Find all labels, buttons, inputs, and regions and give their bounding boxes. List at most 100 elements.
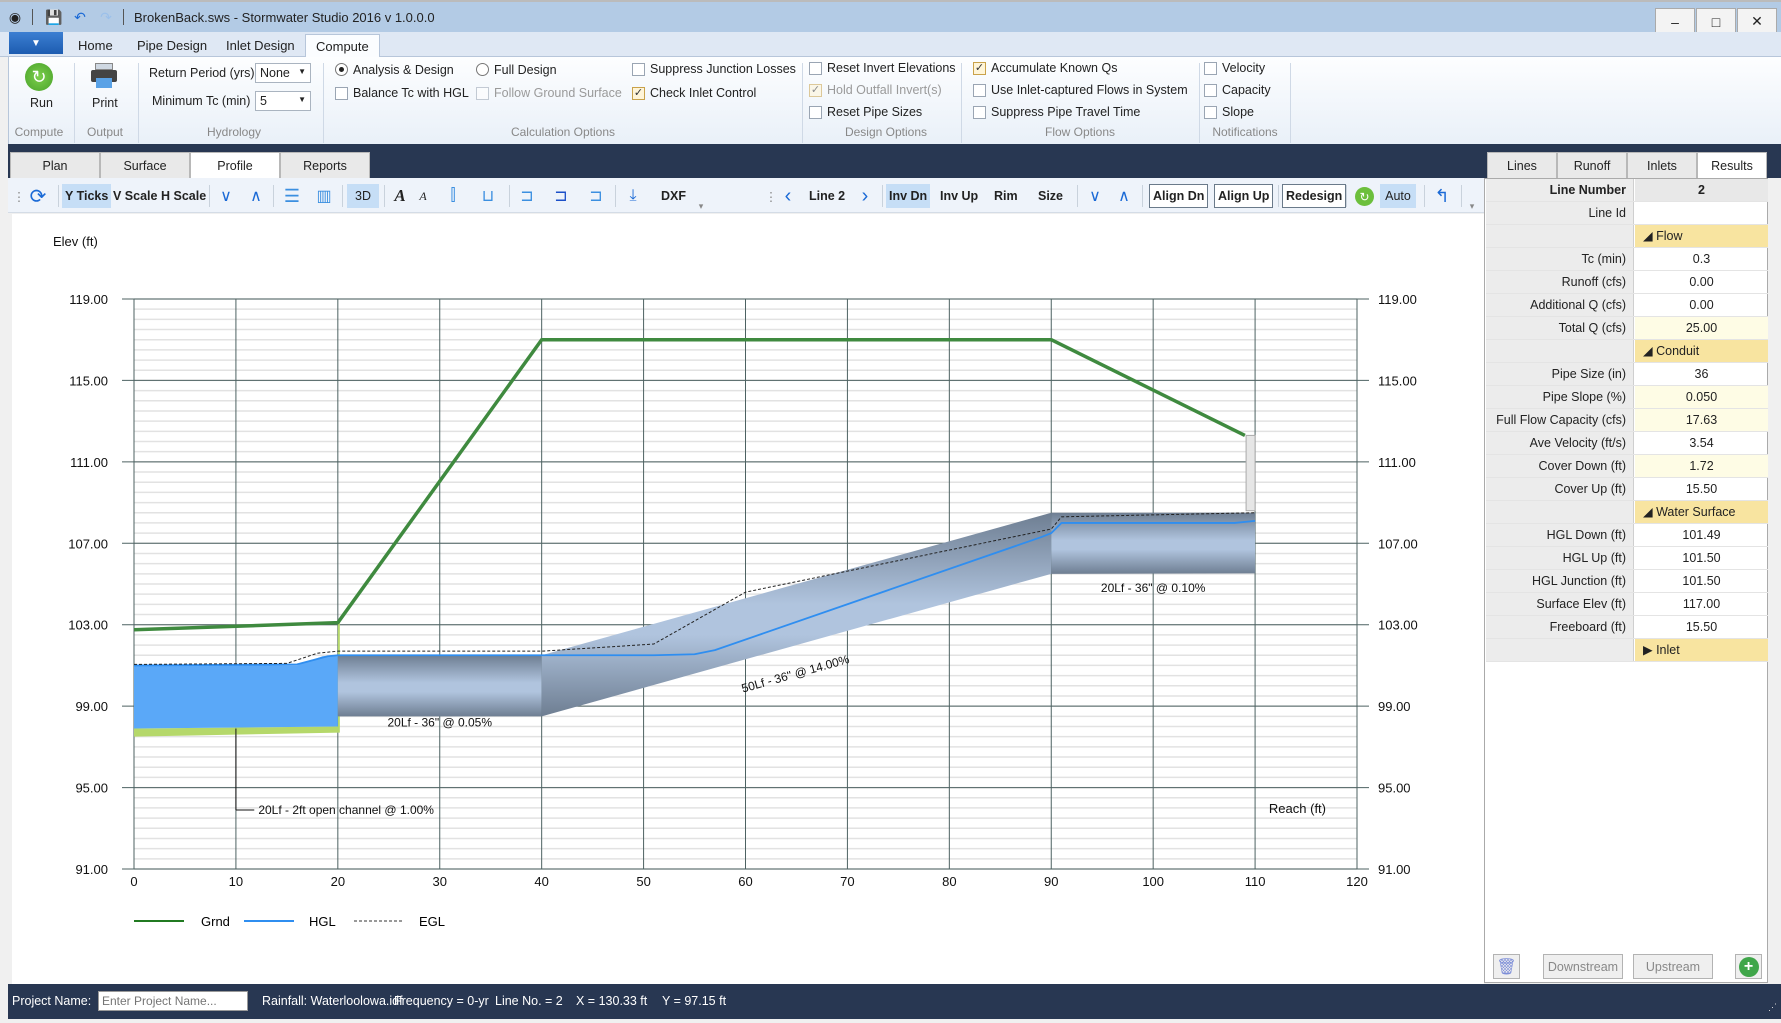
view-tab-plan[interactable]: Plan — [10, 152, 100, 178]
full-design-label[interactable]: Full Design — [494, 63, 557, 77]
inlet-captured-label[interactable]: Use Inlet-captured Flows in System — [991, 83, 1188, 97]
ribbon-tab-inlet-design[interactable]: Inlet Design — [216, 34, 305, 57]
property-category-label[interactable]: ◢ Conduit — [1635, 340, 1768, 362]
property-category-label[interactable]: ◢ Water Surface — [1635, 501, 1768, 523]
analysis-design-radio[interactable] — [335, 63, 348, 76]
analysis-design-label[interactable]: Analysis & Design — [353, 63, 454, 77]
ribbon-tab-compute[interactable]: Compute — [305, 34, 380, 57]
align-up-button[interactable]: Align Up — [1214, 184, 1274, 208]
reset-pipe-checkbox[interactable] — [809, 106, 822, 119]
panel-tab-runoff[interactable]: Runoff — [1557, 152, 1627, 178]
upstream-button[interactable]: Upstream — [1633, 954, 1713, 979]
balance-tc-checkbox[interactable] — [335, 87, 348, 100]
reset-invert-label[interactable]: Reset Invert Elevations — [827, 61, 956, 75]
structure-height-icon[interactable]: ⫿ — [443, 184, 463, 208]
suppress-travel-label[interactable]: Suppress Pipe Travel Time — [991, 105, 1140, 119]
slope-checkbox[interactable] — [1204, 106, 1217, 119]
previous-line-icon[interactable]: ‹ — [779, 184, 797, 208]
property-category-label[interactable]: ◢ Flow — [1635, 225, 1768, 247]
capacity-label[interactable]: Capacity — [1222, 83, 1271, 97]
redesign-button[interactable]: Redesign — [1282, 184, 1347, 208]
ribbon-tab-home[interactable]: Home — [68, 34, 123, 57]
run-button[interactable]: Run — [30, 96, 53, 110]
toolbar-grip[interactable]: ⋮ — [765, 184, 778, 208]
file-menu-button[interactable]: ▼ — [9, 32, 63, 54]
toolbar-grip[interactable]: ⋮ — [13, 184, 26, 208]
undo-icon[interactable]: ↶ — [69, 6, 91, 28]
suppress-junction-label[interactable]: Suppress Junction Losses — [650, 62, 796, 76]
capacity-checkbox[interactable] — [1204, 84, 1217, 97]
inv-up-button[interactable]: Inv Up — [937, 184, 981, 208]
print-button[interactable]: Print — [92, 96, 118, 110]
reset-invert-checkbox[interactable] — [809, 62, 822, 75]
property-category-label[interactable]: ▶ Inlet — [1635, 639, 1768, 661]
full-design-radio[interactable] — [476, 63, 489, 76]
slope-label[interactable]: Slope — [1222, 105, 1254, 119]
view-tab-surface[interactable]: Surface — [100, 152, 190, 178]
minimize-button[interactable]: – — [1655, 8, 1695, 34]
hgl-align-icon[interactable]: ⊐ — [548, 184, 574, 208]
auto-toggle-button[interactable]: Auto — [1380, 184, 1416, 208]
ribbon-tab-pipe-design[interactable]: Pipe Design — [127, 34, 217, 57]
panel-tab-results[interactable]: Results — [1697, 152, 1767, 178]
accumulate-qs-label[interactable]: Accumulate Known Qs — [991, 61, 1117, 75]
structure-base-icon[interactable]: ⊔ — [476, 184, 500, 208]
rim-button[interactable]: Rim — [991, 184, 1021, 208]
inv-dn-button[interactable]: Inv Dn — [886, 184, 931, 208]
downstream-button[interactable]: Downstream — [1543, 954, 1623, 979]
accumulate-qs-checkbox[interactable]: ✓ — [973, 62, 986, 75]
printer-icon[interactable] — [91, 63, 117, 89]
property-category[interactable]: ◢ Flow — [1486, 225, 1768, 248]
resize-grip-icon[interactable]: ⋰ — [1768, 1002, 1777, 1013]
redo-icon[interactable]: ↷ — [95, 6, 117, 28]
check-inlet-checkbox[interactable]: ✓ — [632, 87, 645, 100]
next-line-icon[interactable]: › — [856, 184, 874, 208]
size-button[interactable]: Size — [1035, 184, 1066, 208]
chevron-down-icon[interactable]: ∨ — [214, 184, 238, 208]
return-period-select[interactable]: None ▼ — [255, 63, 311, 83]
ground-align-icon[interactable]: ⊐ — [514, 184, 540, 208]
horizontal-grid-icon[interactable]: ☰ — [280, 184, 304, 208]
download-icon[interactable]: ⤓ — [622, 184, 644, 208]
velocity-label[interactable]: Velocity — [1222, 61, 1265, 75]
suppress-junction-checkbox[interactable] — [632, 63, 645, 76]
project-name-input[interactable] — [98, 991, 248, 1011]
align-dn-button[interactable]: Align Dn — [1149, 184, 1209, 208]
delete-icon[interactable]: 🗑 — [1493, 954, 1520, 979]
balance-tc-label[interactable]: Balance Tc with HGL — [353, 86, 469, 100]
auto-compute-icon[interactable]: ↻ — [1355, 187, 1374, 206]
egl-align-icon[interactable]: ⊐ — [583, 184, 609, 208]
chevron-down-icon[interactable]: ∨ — [1083, 184, 1107, 208]
inlet-captured-checkbox[interactable] — [973, 84, 986, 97]
refresh-icon[interactable]: ⟳ — [26, 184, 50, 208]
property-category[interactable]: ◢ Conduit — [1486, 340, 1768, 363]
font-larger-icon[interactable]: A — [390, 184, 410, 208]
3d-toggle-button[interactable]: 3D — [347, 184, 379, 208]
minimum-tc-select[interactable]: 5 ▼ — [255, 91, 311, 111]
check-inlet-label[interactable]: Check Inlet Control — [650, 86, 756, 100]
add-line-button[interactable]: + — [1735, 954, 1762, 979]
chevron-up-icon[interactable]: ∧ — [244, 184, 268, 208]
panel-tab-inlets[interactable]: Inlets — [1627, 152, 1697, 178]
run-icon[interactable]: ↻ — [25, 63, 53, 91]
font-smaller-icon[interactable]: A — [414, 184, 432, 208]
save-icon[interactable]: 💾 — [43, 6, 65, 28]
profile-canvas[interactable]: 119.00 119.00 115.00 115.00 111.00 111.00 107.… — [12, 214, 1484, 984]
velocity-checkbox[interactable] — [1204, 62, 1217, 75]
undo-icon[interactable]: ↰ — [1430, 184, 1454, 208]
reset-pipe-label[interactable]: Reset Pipe Sizes — [827, 105, 922, 119]
property-category[interactable]: ▶ Inlet — [1486, 639, 1768, 662]
h-scale-button[interactable]: H Scale — [158, 184, 209, 208]
close-button[interactable]: ✕ — [1737, 8, 1777, 34]
v-scale-button[interactable]: V Scale — [110, 184, 160, 208]
view-tab-profile[interactable]: Profile — [190, 152, 280, 178]
property-category[interactable]: ◢ Water Surface — [1486, 501, 1768, 524]
dxf-export-button[interactable]: DXF — [658, 184, 689, 208]
profile-chart[interactable]: 119.00 119.00 115.00 115.00 111.00 111.00 107.… — [12, 214, 1484, 984]
suppress-travel-checkbox[interactable] — [973, 106, 986, 119]
view-tab-reports[interactable]: Reports — [280, 152, 370, 178]
panel-tab-lines[interactable]: Lines — [1487, 152, 1557, 178]
chevron-up-icon[interactable]: ∧ — [1112, 184, 1136, 208]
maximize-button[interactable]: □ — [1696, 8, 1736, 34]
y-ticks-button[interactable]: Y Ticks — [62, 184, 112, 208]
